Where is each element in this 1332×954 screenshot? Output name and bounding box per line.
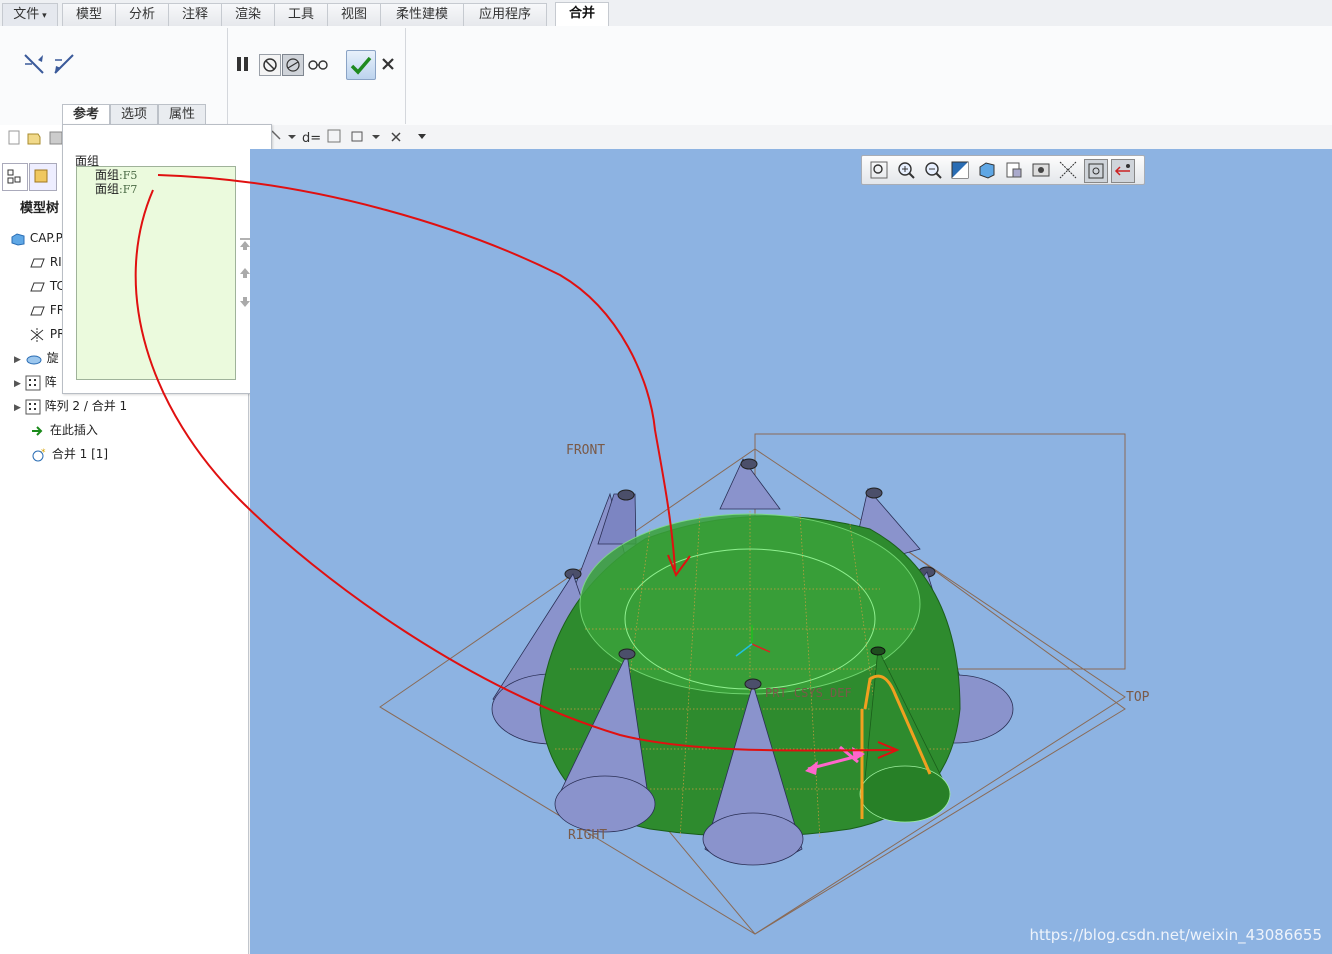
expand-arrow-icon[interactable]: ▶	[14, 355, 21, 365]
part-icon	[11, 232, 25, 246]
model-tree-tab-icon[interactable]	[2, 163, 28, 191]
tab-label: 柔性建模	[395, 7, 448, 22]
front-cones	[554, 646, 951, 866]
tree-item-label: 阵	[44, 375, 57, 389]
file-menu-label: 文件	[13, 7, 40, 22]
file-menu[interactable]: 文件 ▾	[2, 3, 58, 26]
tab-merge[interactable]: 合并	[555, 2, 609, 27]
svg-text:*: *	[41, 448, 46, 458]
quick-toolbar-icons[interactable]: d=	[268, 125, 468, 149]
quick-toolbar: d=	[250, 125, 1332, 150]
datum-plane-icon	[30, 258, 45, 267]
quilt-item-id: :F7	[119, 183, 138, 196]
insert-here-arrow-icon	[32, 425, 43, 436]
quilt-item-f5[interactable]: 面组:F5	[95, 168, 137, 183]
tree-item-label: 旋	[46, 351, 59, 365]
no-preview-icon[interactable]	[259, 54, 281, 76]
pattern-icon	[25, 399, 41, 414]
references-panel: 面组 面组:F5 面组:F7	[62, 124, 272, 394]
tree-item-merge-1[interactable]: * 合并 1 [1]	[30, 443, 108, 465]
tab-label: 应用程序	[478, 7, 531, 22]
tab-model[interactable]: 模型	[62, 3, 116, 26]
tab-label: 参考	[72, 107, 99, 122]
tree-item-top-plane[interactable]: TC	[30, 275, 65, 297]
pause-icon[interactable]	[234, 54, 252, 74]
merge-feature-icon: *	[32, 448, 46, 461]
datum-label-front: FRONT	[566, 443, 605, 458]
model-scene: FRONT TOP RIGHT PRT_CSYS_DEF	[379, 433, 1150, 935]
graphics-window[interactable]: FRONT TOP RIGHT PRT_CSYS_DEF https://blo…	[250, 149, 1332, 954]
tree-item-right-plane[interactable]: RI	[30, 251, 62, 273]
expand-arrow-icon[interactable]: ▶	[14, 403, 21, 413]
chevron-down-icon: ▾	[39, 11, 47, 21]
tab-analysis[interactable]: 分析	[115, 3, 169, 26]
file-toolbar[interactable]	[4, 129, 64, 147]
tab-label: 属性	[168, 107, 195, 122]
tree-item-label: CAP.P	[29, 231, 63, 245]
datum-label-right: RIGHT	[568, 828, 607, 843]
menu-bar: 文件 ▾ 模型 分析 注释 渲染 工具 视图 柔性建模 应用程序 合并	[0, 0, 1332, 27]
tree-item-insert-here[interactable]: 在此插入	[30, 419, 98, 441]
keep-side-1-icon[interactable]	[22, 52, 46, 76]
tree-item-pattern-2[interactable]: ▶ 阵列 2 / 合并 1	[14, 395, 127, 417]
tab-view[interactable]: 视图	[327, 3, 381, 26]
tree-item-label: 合并 1 [1]	[51, 447, 109, 461]
geometry-preview-icon[interactable]	[282, 54, 304, 76]
tab-tools[interactable]: 工具	[274, 3, 328, 26]
tab-label: 注释	[181, 7, 208, 22]
tab-label: 模型	[75, 7, 102, 22]
tree-item-front-plane[interactable]: FR	[30, 299, 65, 321]
tab-references[interactable]: 参考	[62, 104, 110, 125]
tree-item-label: 在此插入	[49, 423, 98, 437]
model-tree-title: 模型树	[20, 201, 60, 216]
tab-annotate[interactable]: 注释	[168, 3, 222, 26]
tree-item-label: 阵列 2 / 合并 1	[44, 399, 128, 413]
tree-item-label: RI	[49, 255, 62, 269]
ok-checkmark-button[interactable]	[346, 50, 376, 80]
quilt-item-name: 面组	[95, 182, 120, 196]
expand-arrow-icon[interactable]: ▶	[14, 379, 21, 389]
tab-flexible-modeling[interactable]: 柔性建模	[380, 3, 464, 26]
svg-text:d=: d=	[302, 131, 321, 146]
tree-item-csys[interactable]: PR	[28, 323, 65, 345]
tree-item-part[interactable]: CAP.P	[10, 227, 63, 249]
tab-label: 工具	[287, 7, 314, 22]
verify-mode-glasses-icon[interactable]	[306, 54, 330, 74]
tab-render[interactable]: 渲染	[221, 3, 275, 26]
quilt-item-name: 面组	[95, 168, 120, 182]
datum-plane-icon	[30, 306, 45, 315]
watermark-text: https://blog.csdn.net/weixin_43086655	[1029, 926, 1322, 944]
revolve-icon	[26, 355, 42, 364]
tab-label: 视图	[340, 7, 367, 22]
tab-label: 渲染	[234, 7, 261, 22]
keep-side-2-icon[interactable]	[52, 52, 76, 76]
cancel-x-button[interactable]	[378, 54, 398, 74]
tab-options[interactable]: 选项	[110, 104, 158, 126]
coordinate-system-icon	[30, 327, 44, 342]
tree-item-pattern-1[interactable]: ▶ 阵	[14, 371, 57, 393]
csys-label: PRT_CSYS_DEF	[765, 686, 852, 700]
ribbon-separator	[227, 28, 228, 124]
quilts-collector[interactable]: 面组:F5 面组:F7	[76, 166, 236, 380]
quilt-item-id: :F5	[119, 169, 138, 182]
tab-label: 合并	[568, 6, 595, 21]
datum-label-top: TOP	[1126, 690, 1150, 705]
pattern-icon	[25, 375, 41, 390]
tree-item-revolve[interactable]: ▶ 旋	[14, 347, 59, 369]
checkmark-icon	[350, 56, 372, 75]
tab-applications[interactable]: 应用程序	[463, 3, 547, 26]
ribbon-separator	[405, 28, 406, 124]
tab-properties[interactable]: 属性	[158, 104, 206, 126]
close-icon	[382, 58, 394, 70]
tab-label: 选项	[120, 107, 147, 122]
folder-browser-tab-icon[interactable]	[29, 163, 57, 191]
quilt-item-f7[interactable]: 面组:F7	[95, 182, 137, 197]
datum-plane-icon	[30, 282, 45, 291]
tab-label: 分析	[128, 7, 155, 22]
